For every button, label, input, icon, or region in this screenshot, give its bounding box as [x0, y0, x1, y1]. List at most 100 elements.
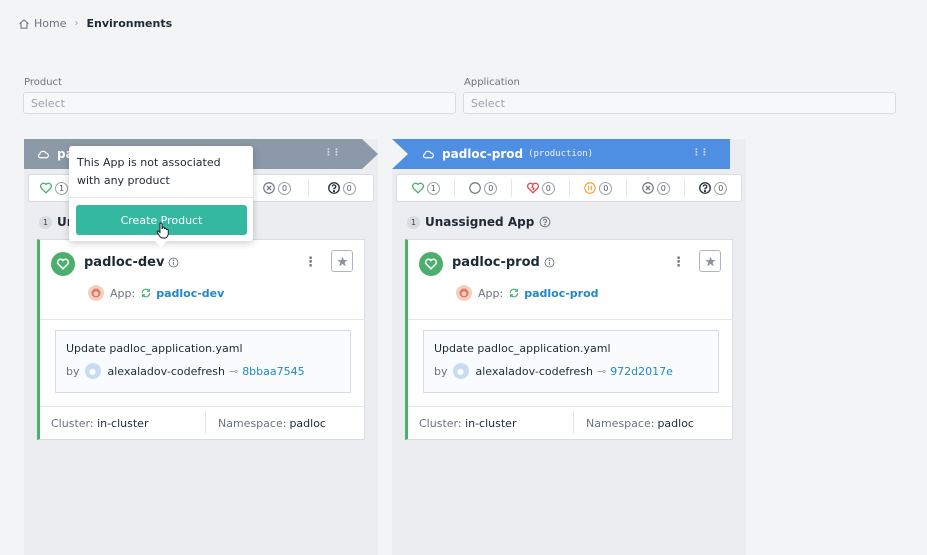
drag-handle-icon[interactable]: ⋮⋮: [692, 148, 709, 158]
info-icon[interactable]: [168, 257, 179, 268]
cluster-info: Cluster: in-cluster: [419, 417, 517, 430]
hand-cursor-icon: [156, 222, 169, 239]
app-link[interactable]: padloc-dev: [156, 287, 224, 300]
divider: [408, 319, 733, 320]
divider: [40, 319, 365, 320]
breadcrumb-separator: ›: [74, 18, 79, 29]
commit-meta: by ● alexaladov-codefresh ⊸ 8bbaa7545: [66, 363, 305, 379]
divider: [408, 406, 733, 407]
breadcrumb-current: Environments: [86, 17, 173, 30]
status-count: 0: [599, 181, 613, 195]
application-filter-label: Application: [464, 77, 520, 88]
status-count: 0: [278, 181, 292, 195]
status-count: 0: [714, 181, 728, 195]
status-degraded[interactable]: 0: [245, 179, 310, 197]
commit-message: Update padloc_application.yaml: [434, 342, 611, 355]
heart-icon: [40, 182, 52, 194]
header-notch: [392, 139, 408, 169]
question-circle-icon: [327, 182, 340, 194]
commit-meta: by ● alexaladov-codefresh ⊸ 972d2017e: [434, 363, 673, 379]
error-circle-icon: [263, 182, 275, 194]
tooltip-arrow: [155, 241, 167, 247]
question-circle-icon: [699, 182, 712, 194]
application-select[interactable]: Select: [463, 92, 896, 114]
favorite-button[interactable]: [699, 250, 721, 272]
environment-header-prod[interactable]: padloc-prod (production) ⋮⋮: [392, 139, 730, 169]
status-count: 0: [342, 181, 356, 195]
section-title: 1 Ur: [39, 215, 73, 229]
divider: [69, 197, 253, 198]
progressing-circle-icon: [469, 182, 482, 194]
more-menu-icon[interactable]: ⋮: [304, 255, 317, 270]
app-card-padloc-dev[interactable]: padloc-dev ⋮ App: padloc-dev Update padl…: [37, 239, 365, 440]
app-link[interactable]: padloc-prod: [524, 287, 598, 300]
argo-avatar-icon: [456, 285, 472, 301]
status-missing[interactable]: 0: [627, 179, 685, 197]
section-label: Unassigned App: [425, 215, 535, 229]
broken-heart-icon: [526, 182, 539, 194]
heart-icon: [411, 182, 424, 194]
status-summary-prod: 1 0 0 0 0 0: [396, 174, 742, 202]
status-suspended[interactable]: 0: [570, 179, 627, 197]
pause-circle-icon: [584, 182, 597, 194]
section-title: 1 Unassigned App: [407, 215, 551, 229]
header-arrow: [362, 139, 378, 169]
tooltip-text: This App is not associated with any prod…: [77, 156, 221, 187]
cluster-info: Cluster: in-cluster: [51, 417, 149, 430]
sync-icon: [141, 288, 151, 298]
environment-column-prod: padloc-prod (production) ⋮⋮ 1 0 0 0 0 0: [392, 139, 746, 555]
divider: [40, 406, 365, 407]
info-icon[interactable]: [544, 257, 555, 268]
status-count: 0: [656, 181, 670, 195]
status-progressing[interactable]: 0: [455, 179, 512, 197]
star-icon: [336, 256, 348, 266]
commit-author: alexaladov-codefresh: [475, 364, 593, 378]
namespace-info: Namespace: padloc: [205, 412, 326, 434]
product-select[interactable]: Select: [23, 92, 456, 114]
breadcrumb: Home › Environments: [18, 17, 172, 30]
section-count: 1: [407, 215, 420, 229]
heart-icon: [56, 258, 70, 270]
commit-sha-link[interactable]: 8bbaa7545: [242, 365, 304, 378]
app-card-padloc-prod[interactable]: padloc-prod ⋮ App: padloc-prod Update pa…: [405, 239, 733, 440]
more-menu-icon[interactable]: ⋮: [672, 255, 685, 270]
heart-icon: [424, 258, 438, 270]
status-unknown[interactable]: 0: [309, 179, 373, 197]
commit-message: Update padloc_application.yaml: [66, 342, 243, 355]
namespace-info: Namespace: padloc: [573, 412, 694, 434]
app-name[interactable]: padloc-dev: [84, 255, 179, 270]
user-avatar-icon: ●: [84, 363, 101, 379]
commit-icon: ⊸: [228, 364, 239, 378]
user-avatar-icon: ●: [452, 363, 469, 379]
error-circle-icon: [641, 182, 654, 194]
commit-sha-link[interactable]: 972d2017e: [610, 365, 673, 378]
drag-handle-icon[interactable]: ⋮⋮: [324, 148, 341, 158]
status-degraded[interactable]: 0: [512, 179, 570, 197]
favorite-button[interactable]: [331, 250, 353, 272]
breadcrumb-home[interactable]: Home: [34, 17, 66, 30]
cloud-icon: [37, 150, 49, 158]
app-reference: App: padloc-dev: [88, 285, 224, 301]
commit-box: Update padloc_application.yaml by ● alex…: [423, 330, 719, 393]
app-name[interactable]: padloc-prod: [452, 255, 555, 270]
status-count: 1: [55, 181, 68, 195]
commit-icon: ⊸: [596, 364, 607, 378]
status-unknown[interactable]: 0: [685, 179, 742, 197]
commit-box: Update padloc_application.yaml by ● alex…: [55, 330, 351, 393]
section-count: 1: [39, 215, 52, 229]
status-count: 0: [484, 181, 498, 195]
argo-avatar-icon: [88, 285, 104, 301]
help-icon[interactable]: [539, 216, 551, 228]
environment-name: padloc-prod: [442, 147, 524, 161]
status-count: 1: [426, 181, 440, 195]
product-filter-label: Product: [24, 77, 62, 88]
status-healthy[interactable]: 1: [397, 179, 455, 197]
app-reference: App: padloc-prod: [456, 285, 599, 301]
cloud-icon: [422, 150, 434, 158]
status-count: 0: [541, 181, 555, 195]
health-badge: [419, 252, 443, 276]
star-icon: [704, 256, 716, 266]
health-badge: [51, 252, 75, 276]
environment-type: (production): [528, 149, 594, 159]
sync-icon: [509, 288, 519, 298]
